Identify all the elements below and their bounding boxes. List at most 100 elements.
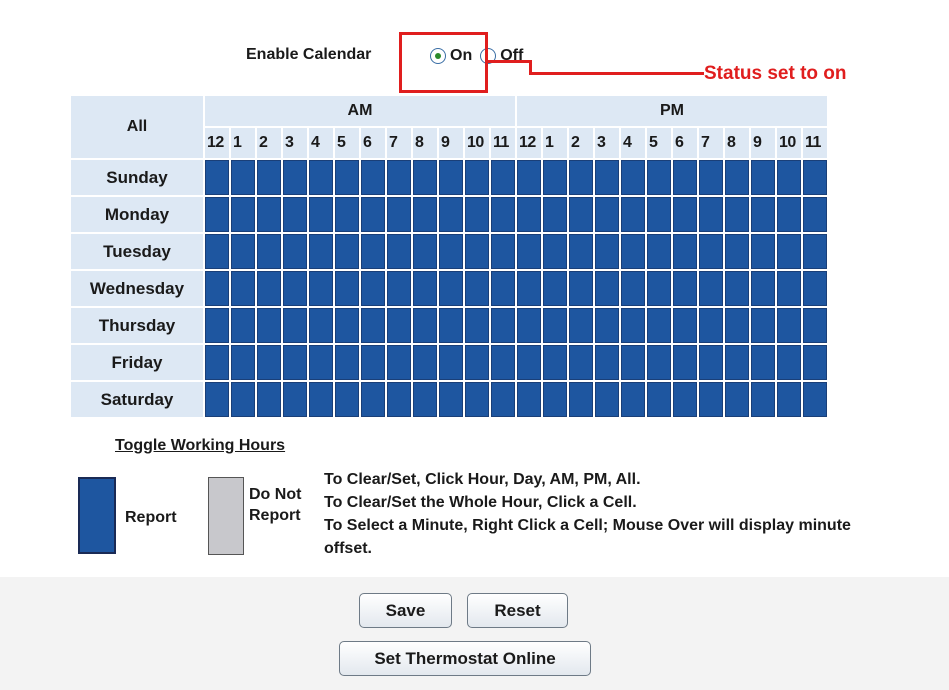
- schedule-cell[interactable]: [803, 345, 827, 380]
- schedule-cell[interactable]: [257, 234, 281, 269]
- schedule-cell[interactable]: [361, 197, 385, 232]
- schedule-cell[interactable]: [751, 160, 775, 195]
- day-header[interactable]: Friday: [71, 345, 203, 380]
- schedule-cell[interactable]: [647, 197, 671, 232]
- schedule-cell[interactable]: [647, 271, 671, 306]
- schedule-cell[interactable]: [361, 345, 385, 380]
- day-header[interactable]: Thursday: [71, 308, 203, 343]
- schedule-cell[interactable]: [699, 271, 723, 306]
- schedule-cell[interactable]: [231, 345, 255, 380]
- schedule-cell[interactable]: [751, 308, 775, 343]
- schedule-cell[interactable]: [231, 271, 255, 306]
- schedule-cell[interactable]: [569, 197, 593, 232]
- schedule-cell[interactable]: [621, 197, 645, 232]
- schedule-cell[interactable]: [439, 308, 463, 343]
- schedule-cell[interactable]: [569, 382, 593, 417]
- schedule-cell[interactable]: [257, 308, 281, 343]
- schedule-cell[interactable]: [465, 197, 489, 232]
- schedule-cell[interactable]: [439, 345, 463, 380]
- schedule-cell[interactable]: [673, 234, 697, 269]
- hour-header-am[interactable]: 9: [439, 128, 463, 158]
- schedule-cell[interactable]: [361, 234, 385, 269]
- schedule-cell[interactable]: [699, 308, 723, 343]
- schedule-cell[interactable]: [803, 160, 827, 195]
- schedule-cell[interactable]: [595, 234, 619, 269]
- schedule-cell[interactable]: [647, 308, 671, 343]
- schedule-cell[interactable]: [699, 234, 723, 269]
- schedule-cell[interactable]: [231, 308, 255, 343]
- schedule-cell[interactable]: [283, 345, 307, 380]
- schedule-cell[interactable]: [543, 234, 567, 269]
- schedule-cell[interactable]: [413, 160, 437, 195]
- schedule-cell[interactable]: [387, 160, 411, 195]
- schedule-cell[interactable]: [465, 234, 489, 269]
- schedule-cell[interactable]: [777, 345, 801, 380]
- schedule-cell[interactable]: [751, 382, 775, 417]
- schedule-cell[interactable]: [647, 345, 671, 380]
- schedule-cell[interactable]: [491, 160, 515, 195]
- hour-header-pm[interactable]: 12: [517, 128, 541, 158]
- schedule-cell[interactable]: [621, 160, 645, 195]
- hour-header-pm[interactable]: 2: [569, 128, 593, 158]
- schedule-cell[interactable]: [751, 234, 775, 269]
- schedule-cell[interactable]: [777, 234, 801, 269]
- reset-button[interactable]: Reset: [467, 593, 568, 628]
- hour-header-pm[interactable]: 7: [699, 128, 723, 158]
- hour-header-am[interactable]: 12: [205, 128, 229, 158]
- schedule-cell[interactable]: [439, 160, 463, 195]
- hour-header-pm[interactable]: 1: [543, 128, 567, 158]
- schedule-cell[interactable]: [257, 382, 281, 417]
- schedule-cell[interactable]: [491, 234, 515, 269]
- set-thermostat-online-button[interactable]: Set Thermostat Online: [339, 641, 591, 676]
- schedule-cell[interactable]: [309, 160, 333, 195]
- schedule-cell[interactable]: [569, 345, 593, 380]
- schedule-cell[interactable]: [309, 197, 333, 232]
- schedule-cell[interactable]: [725, 234, 749, 269]
- schedule-cell[interactable]: [387, 234, 411, 269]
- schedule-cell[interactable]: [517, 160, 541, 195]
- schedule-cell[interactable]: [335, 271, 359, 306]
- schedule-cell[interactable]: [725, 382, 749, 417]
- day-header[interactable]: Wednesday: [71, 271, 203, 306]
- hour-header-pm[interactable]: 4: [621, 128, 645, 158]
- schedule-cell[interactable]: [647, 234, 671, 269]
- schedule-cell[interactable]: [777, 308, 801, 343]
- schedule-cell[interactable]: [751, 271, 775, 306]
- schedule-cell[interactable]: [361, 271, 385, 306]
- schedule-cell[interactable]: [439, 234, 463, 269]
- schedule-cell[interactable]: [517, 197, 541, 232]
- schedule-cell[interactable]: [257, 271, 281, 306]
- schedule-cell[interactable]: [283, 234, 307, 269]
- hour-header-am[interactable]: 4: [309, 128, 333, 158]
- schedule-cell[interactable]: [205, 271, 229, 306]
- schedule-cell[interactable]: [335, 382, 359, 417]
- schedule-cell[interactable]: [361, 382, 385, 417]
- schedule-cell[interactable]: [413, 271, 437, 306]
- schedule-cell[interactable]: [595, 345, 619, 380]
- hour-header-pm[interactable]: 9: [751, 128, 775, 158]
- schedule-cell[interactable]: [309, 345, 333, 380]
- schedule-cell[interactable]: [309, 382, 333, 417]
- schedule-cell[interactable]: [517, 345, 541, 380]
- schedule-cell[interactable]: [231, 382, 255, 417]
- schedule-cell[interactable]: [803, 382, 827, 417]
- schedule-cell[interactable]: [283, 271, 307, 306]
- schedule-cell[interactable]: [231, 197, 255, 232]
- schedule-cell[interactable]: [543, 382, 567, 417]
- schedule-cell[interactable]: [777, 197, 801, 232]
- schedule-cell[interactable]: [803, 197, 827, 232]
- schedule-cell[interactable]: [595, 271, 619, 306]
- schedule-cell[interactable]: [803, 234, 827, 269]
- schedule-cell[interactable]: [517, 271, 541, 306]
- schedule-cell[interactable]: [491, 308, 515, 343]
- schedule-cell[interactable]: [205, 308, 229, 343]
- schedule-cell[interactable]: [465, 160, 489, 195]
- schedule-cell[interactable]: [413, 345, 437, 380]
- schedule-cell[interactable]: [491, 382, 515, 417]
- schedule-cell[interactable]: [335, 197, 359, 232]
- schedule-cell[interactable]: [595, 308, 619, 343]
- schedule-cell[interactable]: [647, 382, 671, 417]
- pm-header[interactable]: PM: [517, 96, 827, 126]
- schedule-cell[interactable]: [543, 197, 567, 232]
- hour-header-pm[interactable]: 5: [647, 128, 671, 158]
